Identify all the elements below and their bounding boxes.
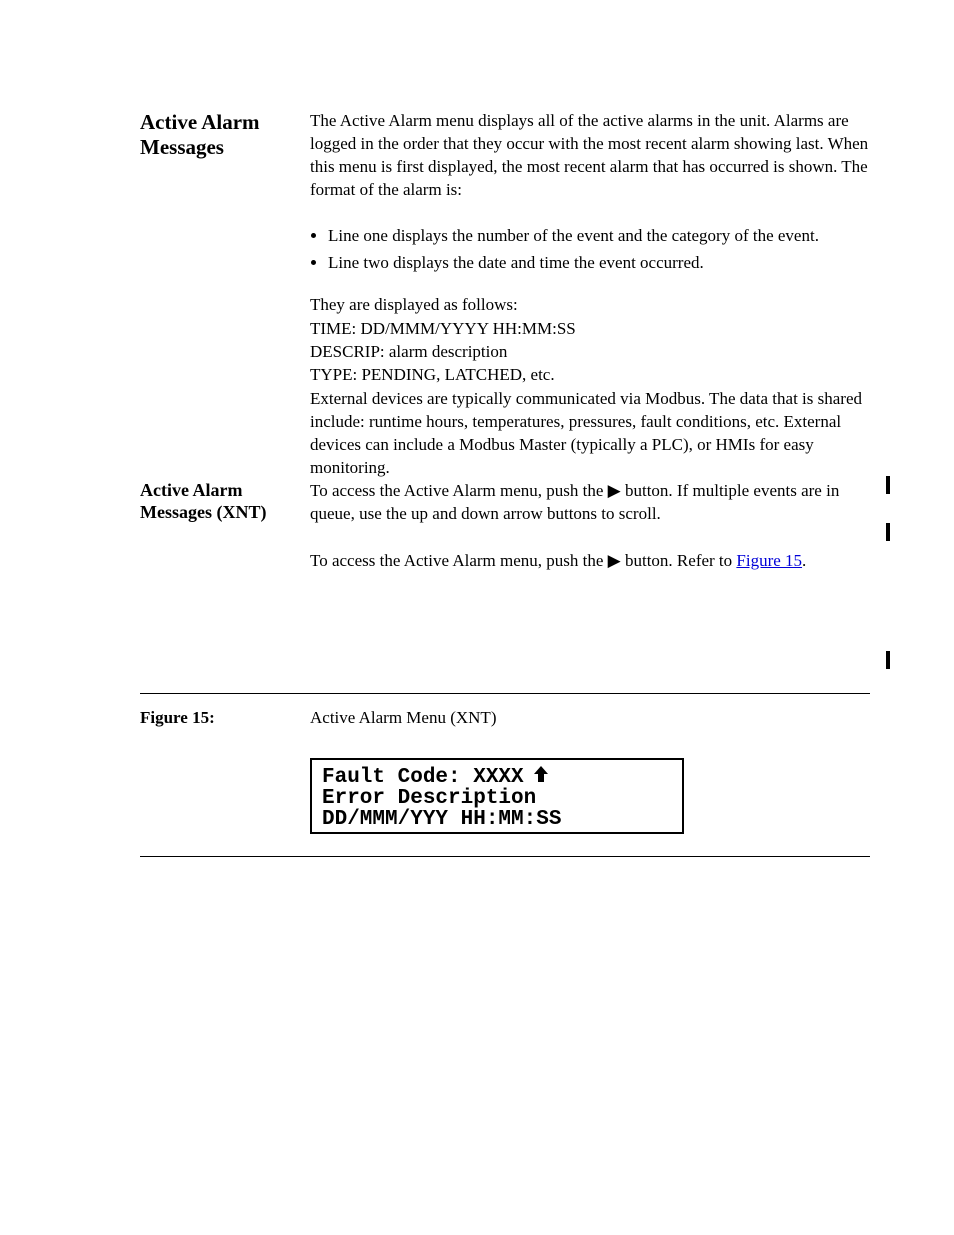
code-line-3: TYPE: PENDING, LATCHED, etc. [310,364,870,387]
change-bar-1 [886,476,890,494]
figure-caption-title: Active Alarm Menu (XNT) [310,708,870,728]
right-arrow-icon: ▶ [608,481,621,500]
section-label-left: Active Alarm Messages [140,110,300,160]
code-line-2: DESCRIP: alarm description [310,341,870,364]
change-bar-2 [886,523,890,541]
para-access-1: To access the Active Alarm menu, push th… [310,480,870,526]
lcd-display: Fault Code: XXXX Error Description DD/MM… [310,758,680,834]
para-access-1-a: To access the Active Alarm menu, push th… [310,481,608,500]
lcd-line1: Fault Code: XXXX [322,766,524,789]
list-item-2: Line two displays the date and time the … [328,252,870,275]
para-external-devices: External devices are typically communica… [310,388,870,480]
para-displayed-as: They are displayed as follows: [310,294,870,317]
figure-caption-number: Figure 15: [140,708,300,728]
para-access-2-a: To access the Active Alarm menu, push th… [310,551,608,570]
section-label-left-2: Active Alarm Messages (XNT) [140,480,300,523]
list-item-1: Line one displays the number of the even… [328,225,870,248]
code-line-1: TIME: DD/MMM/YYYY HH:MM:SS [310,318,870,341]
right-arrow-icon-2: ▶ [608,551,621,570]
para-access-2-dot: . [802,551,806,570]
figure-top-rule [140,693,870,694]
up-arrow-icon [534,766,548,788]
change-bar-3 [886,651,890,669]
lcd-line3: DD/MMM/YYY HH:MM:SS [322,809,672,830]
para-intro: The Active Alarm menu displays all of th… [310,110,870,202]
lcd-line2: Error Description [322,788,672,809]
figure-link[interactable]: Figure 15 [736,551,802,570]
figure-bottom-rule [140,856,870,857]
para-access-2-b: button. Refer to [621,551,737,570]
para-access-2: To access the Active Alarm menu, push th… [310,550,870,573]
